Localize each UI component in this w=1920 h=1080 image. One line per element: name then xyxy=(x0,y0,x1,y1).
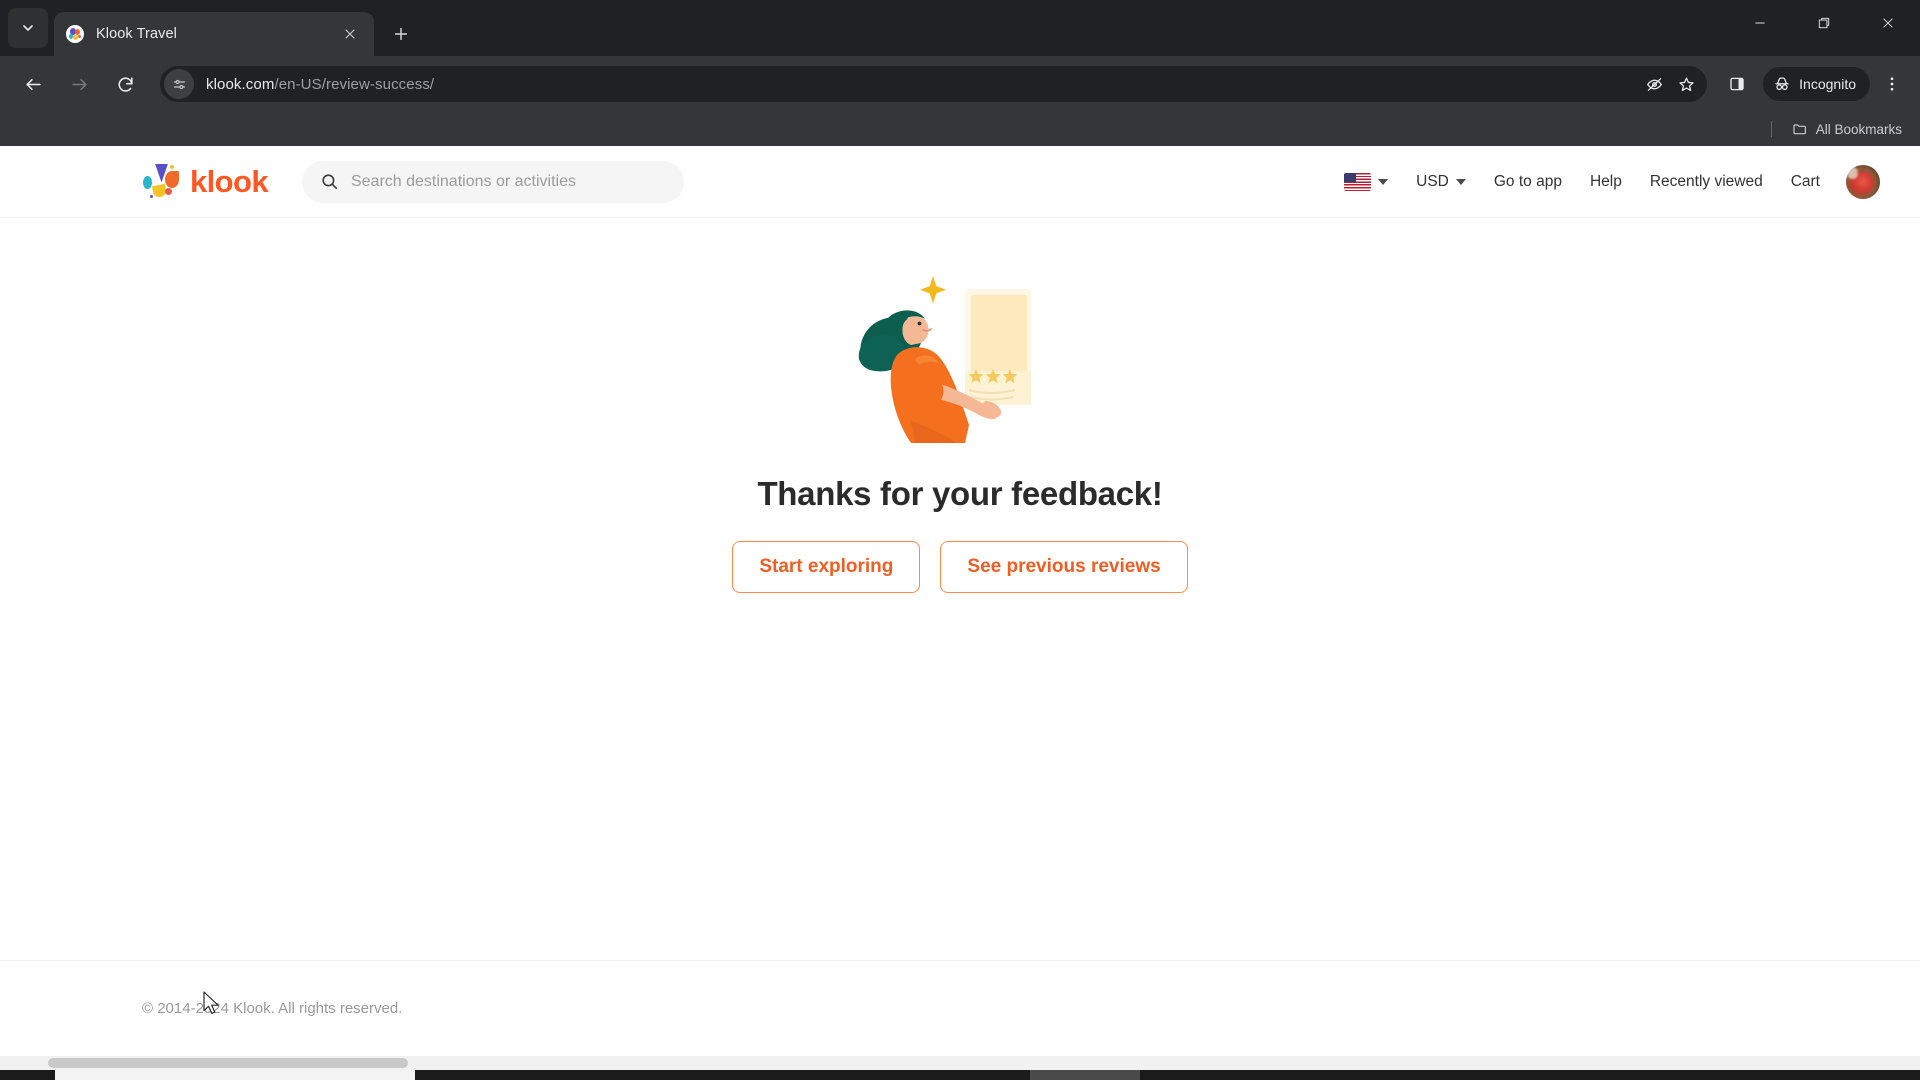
incognito-indicator[interactable]: Incognito xyxy=(1763,67,1870,101)
reload-button[interactable] xyxy=(107,66,143,102)
minimize-button[interactable] xyxy=(1728,0,1792,46)
close-window-button[interactable] xyxy=(1856,0,1920,46)
nav-cart[interactable]: Cart xyxy=(1791,173,1820,191)
illustration-svg xyxy=(858,276,1031,443)
nav-label: Go to app xyxy=(1493,172,1562,190)
site-footer: © 2014-2024 Klook. All rights reserved. xyxy=(0,960,1920,1056)
all-bookmarks-button[interactable]: All Bookmarks xyxy=(1786,117,1908,141)
tab-title: Klook Travel xyxy=(96,26,177,42)
eye-slash-icon xyxy=(1646,77,1662,91)
bookmarks-divider xyxy=(1770,121,1772,137)
url-host: klook.com xyxy=(206,75,275,93)
three-dot-menu-icon xyxy=(1890,77,1894,91)
main-content: Thanks for your feedback! Start explorin… xyxy=(0,218,1920,960)
nav-label: Help xyxy=(1589,172,1622,190)
bookmark-button[interactable] xyxy=(1671,69,1701,99)
page-viewport: klook USD xyxy=(0,146,1920,1070)
close-icon xyxy=(345,29,355,39)
os-taskbar-strip xyxy=(0,1070,1920,1080)
chevron-down-icon xyxy=(23,25,33,31)
tune-icon xyxy=(173,79,185,89)
copyright-text: © 2014-2024 Klook. All rights reserved. xyxy=(142,1000,403,1017)
search-icon xyxy=(322,174,337,190)
scrollbar-thumb[interactable] xyxy=(48,1058,408,1068)
avatar[interactable] xyxy=(1846,164,1880,199)
site-header: klook USD xyxy=(0,146,1920,218)
search-input[interactable] xyxy=(350,172,666,191)
incognito-icon xyxy=(1775,77,1789,91)
search-box[interactable] xyxy=(301,160,684,203)
currency-selector[interactable]: USD xyxy=(1416,173,1466,191)
klook-logo[interactable]: klook xyxy=(140,163,269,201)
incognito-label: Incognito xyxy=(1799,76,1856,92)
tab-strip: Klook Travel xyxy=(0,0,1920,56)
currency-label: USD xyxy=(1416,172,1449,190)
minimize-icon xyxy=(1755,22,1765,24)
bookmarks-bar: All Bookmarks xyxy=(0,112,1920,146)
chrome-menu-button[interactable] xyxy=(1874,66,1910,102)
us-flag-icon xyxy=(1344,172,1372,191)
omnibox-actions xyxy=(1637,69,1701,99)
horizontal-scrollbar[interactable] xyxy=(0,1056,1920,1070)
arrow-left-icon xyxy=(25,78,41,90)
restore-icon xyxy=(1818,17,1830,29)
window-controls xyxy=(1728,0,1920,46)
url-path: /en-US/review-success/ xyxy=(274,75,435,93)
plus-icon xyxy=(394,27,408,41)
nav-recently-viewed[interactable]: Recently viewed xyxy=(1650,173,1763,191)
tab-close-button[interactable] xyxy=(338,22,362,46)
see-previous-reviews-button[interactable]: See previous reviews xyxy=(940,541,1188,593)
side-panel-icon xyxy=(1730,77,1744,91)
klook-logo-text: klook xyxy=(190,164,269,199)
folder-icon xyxy=(1793,124,1806,135)
site-settings-button[interactable] xyxy=(164,69,194,99)
reload-icon xyxy=(117,76,133,92)
tracking-protection-button[interactable] xyxy=(1639,69,1669,99)
side-panel-button[interactable] xyxy=(1719,66,1755,102)
arrow-right-icon xyxy=(71,78,87,90)
tab-klook-travel[interactable]: Klook Travel xyxy=(54,12,374,56)
nav-go-to-app[interactable]: Go to app xyxy=(1494,173,1562,191)
chevron-down-icon xyxy=(1455,178,1466,185)
close-icon xyxy=(1883,18,1893,28)
language-selector[interactable] xyxy=(1344,172,1389,191)
page-title: Thanks for your feedback! xyxy=(757,475,1163,512)
browser-window: Klook Travel klook.com/en-US/review-succ… xyxy=(0,0,1920,1080)
review-thanks-illustration xyxy=(845,273,1075,453)
nav-label: Cart xyxy=(1790,172,1820,190)
browser-toolbar: klook.com/en-US/review-success/ Incognit… xyxy=(0,56,1920,112)
back-button[interactable] xyxy=(15,66,51,102)
cta-buttons: Start exploring See previous reviews xyxy=(732,541,1188,593)
toolbar-right: Incognito xyxy=(1715,66,1910,102)
new-tab-button[interactable] xyxy=(384,17,418,51)
all-bookmarks-label: All Bookmarks xyxy=(1815,121,1902,137)
address-bar[interactable]: klook.com/en-US/review-success/ xyxy=(160,66,1708,102)
nav-help[interactable]: Help xyxy=(1590,173,1622,191)
header-nav: USD Go to app Help Recently viewed Cart xyxy=(1316,164,1880,199)
tab-search-button[interactable] xyxy=(8,8,48,48)
chevron-down-icon xyxy=(1378,178,1389,185)
maximize-button[interactable] xyxy=(1792,0,1856,46)
start-exploring-button[interactable]: Start exploring xyxy=(732,541,921,593)
klook-logo-mark-icon xyxy=(140,163,184,201)
forward-button[interactable] xyxy=(61,66,97,102)
klook-favicon xyxy=(66,25,84,43)
url-text: klook.com/en-US/review-success/ xyxy=(206,76,1637,93)
star-icon xyxy=(1679,76,1694,91)
nav-label: Recently viewed xyxy=(1649,172,1763,190)
